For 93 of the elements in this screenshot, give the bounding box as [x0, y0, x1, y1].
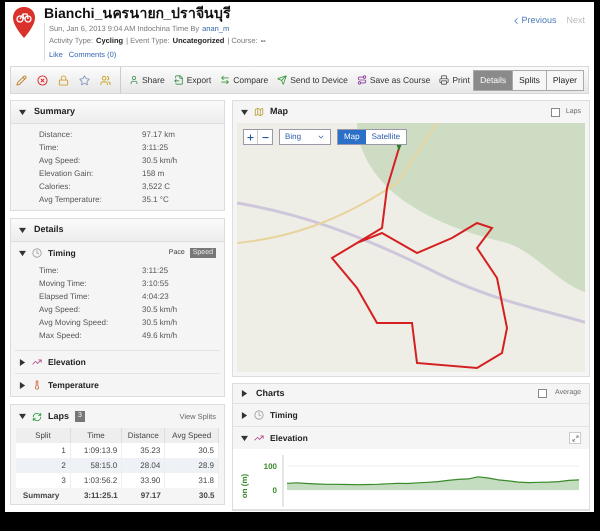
- y-tick-label: 0: [272, 486, 277, 496]
- stat-value: 3,522 C: [142, 180, 170, 192]
- section-title: Elevation: [270, 432, 309, 444]
- close-icon: [37, 74, 48, 86]
- stat-label: Avg Speed:: [39, 304, 82, 316]
- thermometer-icon: [32, 380, 42, 390]
- previous-link[interactable]: Previous: [511, 14, 556, 28]
- people-icon: [100, 74, 111, 86]
- stat-value: 3:10:55: [142, 278, 169, 290]
- panel-title: Summary: [34, 105, 76, 118]
- summary-cell: 3:11:25.1: [70, 488, 122, 504]
- map-pin-logo-icon: [12, 6, 36, 40]
- stat-value: 158 m: [142, 168, 164, 180]
- checkbox[interactable]: [538, 389, 548, 398]
- stat-label: Max Speed:: [39, 330, 83, 342]
- elevation-icon: [254, 433, 264, 443]
- toolbar-icon-button[interactable]: [15, 74, 28, 86]
- section-title: Timing: [270, 408, 299, 422]
- stat-label: Calories:: [39, 180, 72, 192]
- stat-label: Avg Speed:: [39, 154, 82, 166]
- view-tab[interactable]: Splits: [512, 70, 546, 90]
- stat-value: 49.6 km/h: [142, 330, 178, 342]
- toolbar-action-button[interactable]: Save as Course: [356, 74, 430, 86]
- elevation-icon: [32, 357, 42, 367]
- stat-value: 30.5 km/h: [142, 304, 178, 316]
- arrows-icon: [220, 75, 230, 85]
- caret-icon: [317, 133, 325, 141]
- view-tab[interactable]: Player: [546, 70, 583, 90]
- stat-value: 30.5 km/h: [142, 316, 178, 328]
- stat-value: 3:11:25: [142, 142, 168, 154]
- triangle-right-icon[interactable]: [19, 358, 26, 366]
- triangle-down-icon[interactable]: [241, 108, 248, 116]
- toolbar-action-button[interactable]: Share: [129, 74, 165, 86]
- stat-value: 4:04:23: [142, 290, 169, 302]
- expand-icon: [572, 434, 578, 442]
- refresh-icon: [32, 412, 42, 422]
- stat-label: Elapsed Time:: [39, 290, 91, 302]
- plus-icon: [246, 132, 255, 142]
- view-tab[interactable]: Details: [474, 70, 512, 90]
- toolbar-icon-button[interactable]: [36, 74, 49, 86]
- send-icon: [277, 75, 288, 85]
- checkbox[interactable]: [550, 108, 560, 116]
- triangle-down-icon[interactable]: [19, 108, 26, 116]
- triangle-right-icon[interactable]: [241, 390, 248, 397]
- stat-label: Time:: [39, 142, 60, 154]
- summary-cell: 97.17: [122, 488, 165, 504]
- stat-value: 35.1 °C: [142, 194, 169, 206]
- panel-title: Details: [34, 223, 64, 236]
- person-icon: [129, 75, 139, 85]
- section-title: Timing: [48, 246, 77, 260]
- triangle-down-icon[interactable]: [241, 434, 248, 442]
- toolbar-action-button[interactable]: Export: [174, 74, 212, 86]
- printer-icon: [439, 75, 450, 85]
- panel-title: Laps: [48, 410, 70, 423]
- triangle-right-icon[interactable]: [241, 412, 248, 418]
- y-tick-label: 100: [264, 462, 277, 471]
- section-title: Temperature: [48, 378, 100, 392]
- y-axis-label: on (m): [240, 474, 249, 498]
- export-icon: [174, 75, 184, 85]
- toolbar-action-button[interactable]: Compare: [220, 74, 268, 86]
- toolbar-icon-button[interactable]: [78, 74, 91, 86]
- stat-label: Avg Moving Speed:: [39, 316, 110, 328]
- stat-value: 3:11:25: [142, 264, 168, 276]
- map-type-tab[interactable]: Satellite: [366, 130, 406, 144]
- triangle-down-icon[interactable]: [19, 250, 26, 256]
- stat-label: Elevation Gain:: [39, 168, 94, 180]
- stat-label: Time:: [39, 264, 60, 276]
- route-icon: [356, 75, 367, 85]
- panel-title: Charts: [256, 386, 286, 400]
- expand-button[interactable]: [569, 432, 581, 444]
- triangle-right-icon[interactable]: [19, 382, 26, 388]
- triangle-down-icon[interactable]: [19, 226, 26, 234]
- stat-label: Moving Time:: [39, 278, 88, 290]
- stat-label: Avg Temperature:: [39, 194, 103, 206]
- lock-icon: [58, 74, 69, 86]
- panel-title: Map: [270, 105, 289, 118]
- clock-icon: [254, 410, 264, 420]
- triangle-down-icon[interactable]: [19, 413, 26, 420]
- summary-cell: Summary: [16, 488, 70, 504]
- stat-label: Distance:: [39, 128, 74, 140]
- stat-value: 97.17 km: [142, 128, 175, 140]
- toolbar-action-button[interactable]: Send to Device: [277, 74, 348, 86]
- star-icon: [79, 74, 90, 86]
- activity-title: Bianchi_นครนายก_ปราจีนบุรี: [44, 4, 232, 22]
- pencil-icon: [16, 74, 27, 86]
- stat-value: 30.5 km/h: [142, 154, 178, 166]
- map-type-tab[interactable]: Map: [338, 130, 366, 144]
- map-provider-dropdown[interactable]: Bing: [279, 129, 331, 145]
- summary-cell: 30.5: [164, 488, 218, 504]
- map-icon: [254, 107, 264, 117]
- section-title: Elevation: [48, 356, 87, 368]
- toolbar-action-button[interactable]: Print: [439, 74, 470, 86]
- clock-icon: [32, 248, 42, 258]
